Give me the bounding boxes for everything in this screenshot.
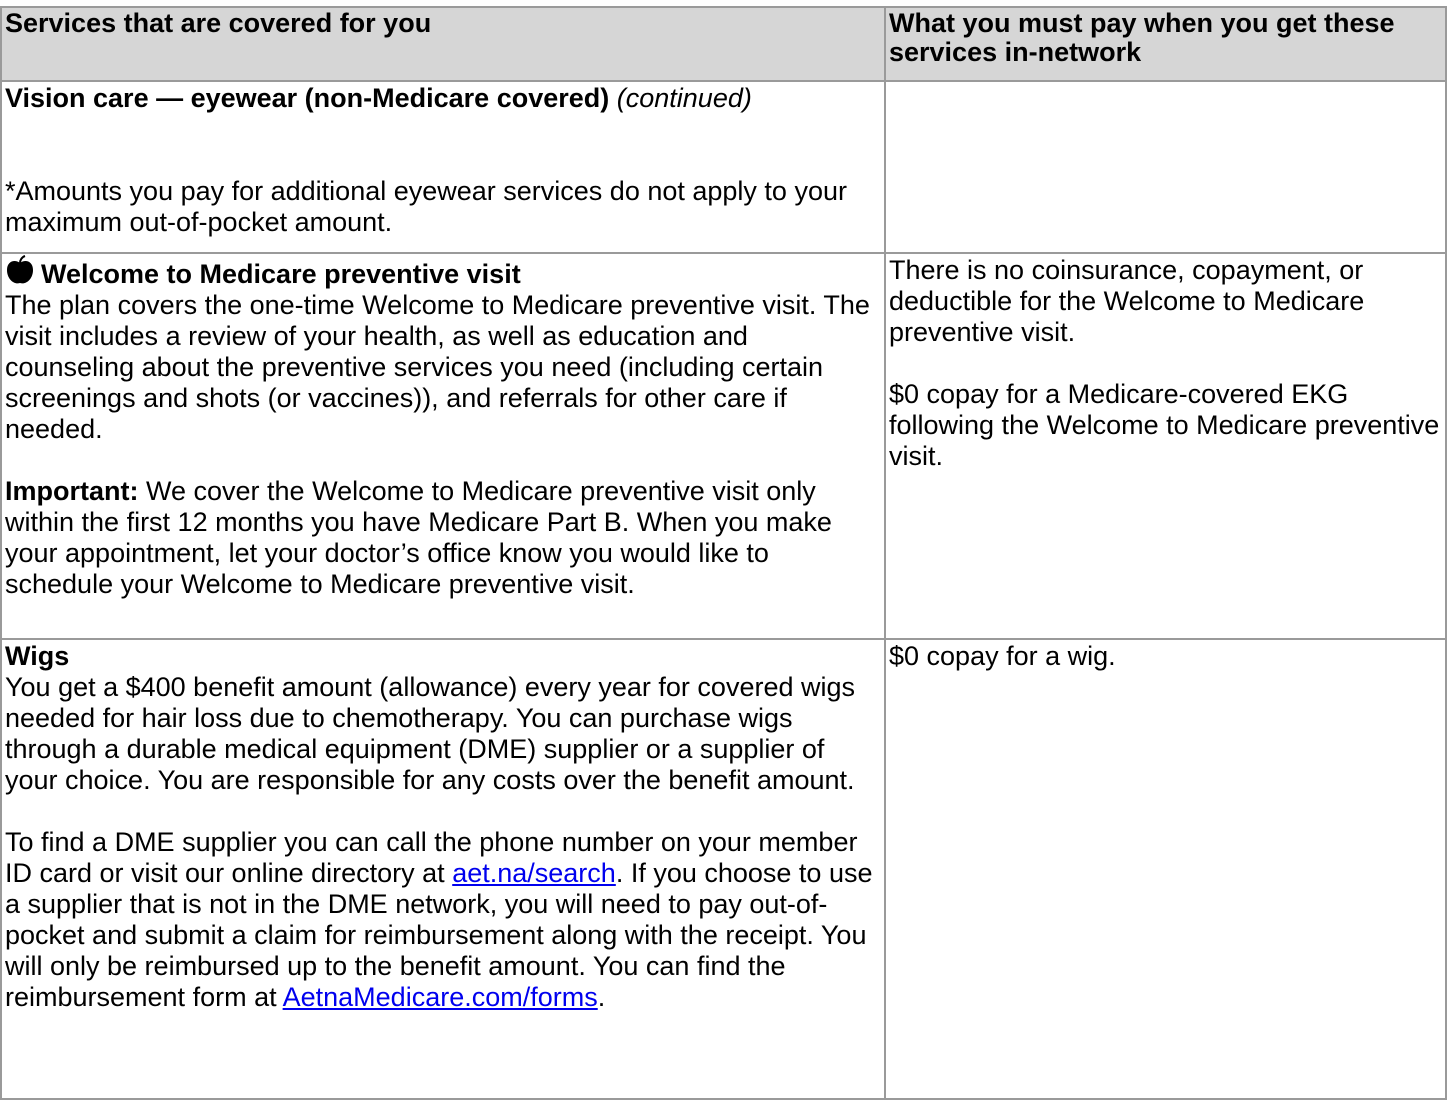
wigs-cost-cell: $0 copay for a wig. xyxy=(884,638,1447,1100)
vision-cost-cell xyxy=(884,80,1447,254)
wigs-services-cell: Wigs You get a $400 benefit amount (allo… xyxy=(0,638,886,1100)
important-label: Important: xyxy=(5,476,139,506)
wigs-cost: $0 copay for a wig. xyxy=(889,641,1116,671)
search-directory-link[interactable]: aet.na/search xyxy=(452,858,616,888)
wigs-title: Wigs xyxy=(5,641,70,671)
wigs-description: You get a $400 benefit amount (allowance… xyxy=(5,672,855,795)
benefits-table: Services that are covered for you What y… xyxy=(0,6,1447,1100)
table-header-row: Services that are covered for you What y… xyxy=(0,6,1447,82)
table-row-wigs: Wigs You get a $400 benefit amount (allo… xyxy=(0,638,1447,1100)
table-row-welcome: Welcome to Medicare preventive visit The… xyxy=(0,252,1447,640)
welcome-cost-1: There is no coinsurance, copayment, or d… xyxy=(889,255,1365,347)
forms-link[interactable]: AetnaMedicare.com/forms xyxy=(283,982,598,1012)
welcome-description: The plan covers the one-time Welcome to … xyxy=(5,290,870,444)
welcome-title: Welcome to Medicare preventive visit xyxy=(41,259,521,289)
wigs-end: . xyxy=(597,982,606,1012)
table-row-vision: Vision care — eyewear (non-Medicare cove… xyxy=(0,80,1447,254)
vision-continued: (continued) xyxy=(616,83,752,113)
apple-icon xyxy=(5,255,35,286)
welcome-cost-cell: There is no coinsurance, copayment, or d… xyxy=(884,252,1447,640)
vision-title: Vision care — eyewear (non-Medicare cove… xyxy=(5,83,610,113)
header-services: Services that are covered for you xyxy=(0,6,886,82)
vision-note: *Amounts you pay for additional eyewear … xyxy=(5,176,847,237)
vision-title-line: Vision care — eyewear (non-Medicare cove… xyxy=(5,83,882,114)
welcome-services-cell: Welcome to Medicare preventive visit The… xyxy=(0,252,886,640)
welcome-important: Important: We cover the Welcome to Medic… xyxy=(5,476,882,600)
welcome-cost-2: $0 copay for a Medicare-covered EKG foll… xyxy=(889,379,1440,471)
vision-services-cell: Vision care — eyewear (non-Medicare cove… xyxy=(0,80,886,254)
header-cost: What you must pay when you get these ser… xyxy=(884,6,1447,82)
wigs-find-supplier: To find a DME supplier you can call the … xyxy=(5,827,882,1013)
welcome-title-line: Welcome to Medicare preventive visit xyxy=(5,255,882,290)
